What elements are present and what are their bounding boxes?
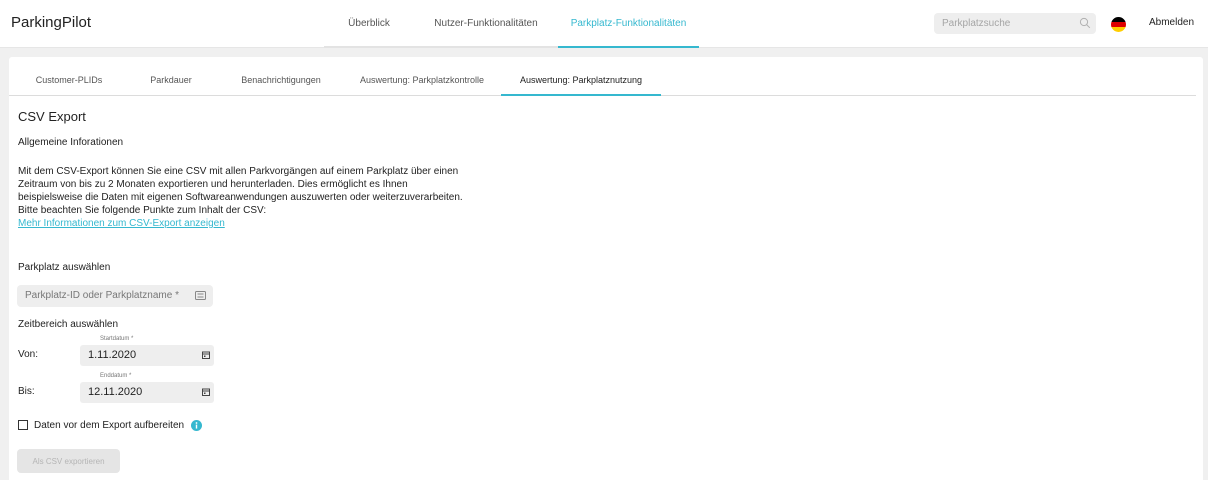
calendar-icon[interactable] — [202, 351, 210, 359]
calendar-icon[interactable] — [202, 388, 210, 396]
main-card: Customer-PLIDs Parkdauer Benachrichtigun… — [9, 57, 1203, 480]
prepare-data-label[interactable]: Daten vor dem Export aufbereiten — [34, 420, 184, 431]
info-icon[interactable] — [191, 419, 203, 431]
tab-parking-control-evaluation[interactable]: Auswertung: Parkplatzkontrolle — [343, 70, 501, 96]
parking-lot-label: Parkplatz auswählen — [18, 262, 111, 273]
start-date-value: 1.11.2020 — [88, 349, 137, 361]
export-csv-button[interactable]: Als CSV exportieren — [17, 449, 120, 473]
info-line: beispielsweise die Daten mit eigenen Sof… — [18, 192, 463, 203]
more-info-link[interactable]: Mehr Informationen zum CSV-Export anzeig… — [18, 217, 463, 230]
info-line: Mit dem CSV-Export können Sie eine CSV m… — [18, 166, 459, 177]
section-subtitle: Allgemeine Inforationen — [18, 137, 124, 148]
parking-search-input[interactable] — [934, 13, 1074, 34]
tab-parking-usage-evaluation[interactable]: Auswertung: Parkplatznutzung — [501, 70, 661, 96]
tab-notifications[interactable]: Benachrichtigungen — [227, 70, 335, 96]
tab-parking-duration[interactable]: Parkdauer — [135, 70, 207, 96]
top-bar: ParkingPilot Überblick Nutzer-Funktional… — [0, 0, 1208, 48]
nav-user-functions[interactable]: Nutzer-Funktionalitäten — [414, 0, 558, 48]
end-date-field[interactable]: 12.11.2020 — [80, 382, 214, 403]
timerange-label: Zeitbereich auswählen — [18, 319, 119, 330]
nav-parking-functions[interactable]: Parkplatz-Funktionalitäten — [558, 0, 699, 48]
prepare-data-checkbox[interactable] — [18, 420, 28, 430]
prepare-data-row: Daten vor dem Export aufbereiten — [18, 418, 203, 432]
main-navigation: Überblick Nutzer-Funktionalitäten Parkpl… — [324, 0, 699, 48]
parking-search — [934, 13, 1096, 34]
parking-lot-field[interactable]: Parkplatz-ID oder Parkplatzname * — [17, 285, 213, 307]
start-date-field[interactable]: 1.11.2020 — [80, 345, 214, 366]
logout-button[interactable]: Abmelden — [1149, 17, 1194, 28]
start-date-caption: Startdatum * — [100, 336, 134, 342]
end-date-caption: Enddatum * — [100, 373, 132, 379]
search-icon[interactable] — [1079, 17, 1091, 29]
parking-lot-placeholder: Parkplatz-ID oder Parkplatzname * — [25, 290, 179, 301]
section-title: CSV Export — [18, 109, 86, 124]
tab-bar: Customer-PLIDs Parkdauer Benachrichtigun… — [9, 70, 1196, 96]
from-label: Von: — [18, 349, 39, 360]
to-label: Bis: — [18, 386, 35, 397]
info-line: Bitte beachten Sie folgende Punkte zum I… — [18, 205, 267, 216]
id-card-icon — [195, 291, 206, 300]
german-flag-icon[interactable] — [1111, 17, 1126, 32]
end-date-value: 12.11.2020 — [88, 386, 143, 398]
info-line: Zeitraum von bis zu 2 Monaten exportiere… — [18, 179, 408, 190]
nav-overview[interactable]: Überblick — [324, 0, 414, 48]
info-paragraph: Mit dem CSV-Export können Sie eine CSV m… — [18, 165, 463, 230]
app-title: ParkingPilot — [11, 14, 92, 31]
tab-customer-plids[interactable]: Customer-PLIDs — [17, 70, 121, 96]
